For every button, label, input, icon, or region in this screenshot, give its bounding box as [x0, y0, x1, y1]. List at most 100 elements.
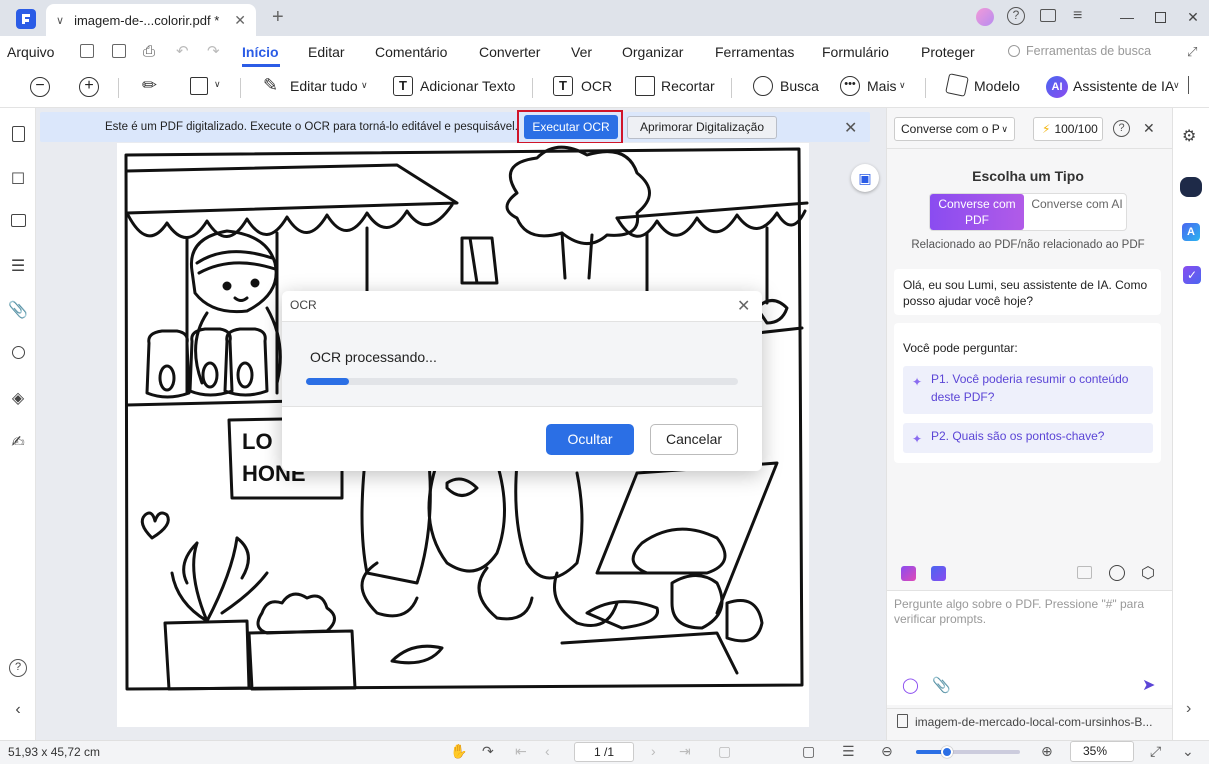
fit-page-icon[interactable]: ▢	[718, 743, 731, 760]
search-icon[interactable]	[753, 76, 773, 96]
select-tool-icon[interactable]: ↷	[482, 743, 494, 760]
cancel-button[interactable]: Cancelar	[650, 424, 738, 455]
search-button[interactable]: Busca	[780, 78, 819, 94]
minimize-button[interactable]: —	[1110, 0, 1144, 34]
attachment-icon[interactable]: 📎	[8, 301, 28, 321]
panel-close-icon[interactable]: ✕	[1143, 120, 1155, 137]
new-chat-icon[interactable]	[1077, 566, 1092, 579]
maximize-button[interactable]	[1143, 0, 1177, 34]
menu-formulario[interactable]: Formulário	[822, 44, 889, 60]
tab-close-icon[interactable]: ✕	[234, 12, 246, 29]
layers-icon[interactable]: ◈	[8, 389, 28, 409]
template-icon[interactable]	[945, 73, 969, 97]
history-icon[interactable]	[1109, 565, 1125, 581]
dialog-close-icon[interactable]: ✕	[737, 296, 750, 316]
zoom-out-icon[interactable]: −	[30, 77, 50, 97]
ai-assistant-button[interactable]: Assistente de IA	[1073, 78, 1174, 94]
layout-mode-icon[interactable]: ☰	[842, 743, 855, 760]
menu-converter[interactable]: Converter	[479, 44, 540, 60]
help-icon[interactable]: ?	[1007, 7, 1025, 25]
credits-badge[interactable]: ⚡ 100/100	[1033, 117, 1103, 141]
document-tab[interactable]: ∨ imagem-de-...colorir.pdf * ✕	[46, 4, 256, 36]
fullscreen-icon[interactable]: ⤢	[1150, 743, 1161, 760]
shape-dropdown-icon[interactable]: ∨	[214, 79, 221, 90]
zoom-in-status-icon[interactable]: ⊕	[1041, 743, 1053, 760]
sidebar-toggle-icon[interactable]	[1188, 76, 1202, 94]
add-text-icon[interactable]: T	[393, 76, 413, 96]
add-text-button[interactable]: Adicionar Texto	[420, 78, 515, 94]
print-preview-icon[interactable]	[112, 44, 126, 58]
translate-icon[interactable]	[931, 566, 946, 581]
hide-button[interactable]: Ocultar	[546, 424, 634, 455]
signature-icon[interactable]: ✍	[8, 433, 28, 453]
more-dropdown-icon[interactable]: ∨	[899, 80, 906, 91]
comment-icon[interactable]	[8, 213, 28, 233]
chat-pdf-tab[interactable]: Converse com PDF	[930, 194, 1024, 230]
menu-ferramentas[interactable]: Ferramentas	[715, 44, 794, 60]
last-page-icon[interactable]: ⇥	[679, 743, 691, 760]
prompt-library-icon[interactable]	[901, 566, 916, 581]
crop-button[interactable]: Recortar	[661, 78, 715, 94]
chat-ai-tab[interactable]: Converse com AI	[1028, 194, 1126, 230]
attached-file-name[interactable]: imagem-de-mercado-local-com-ursinhos-B..…	[915, 715, 1160, 729]
expand-ribbon-icon[interactable]: ⤢	[1187, 44, 1197, 60]
collapse-right-icon[interactable]: ›	[1186, 700, 1191, 718]
pages-icon[interactable]	[8, 126, 28, 146]
redo-icon[interactable]: ↷	[207, 42, 220, 60]
ocr-overlay-icon[interactable]: ▣	[851, 164, 879, 192]
search-panel-icon[interactable]	[8, 345, 28, 365]
zoom-out-status-icon[interactable]: ⊖	[881, 743, 893, 760]
zoom-select[interactable]: 35% ∨	[1070, 741, 1134, 762]
menu-comentario[interactable]: Comentário	[375, 44, 447, 60]
menu-editar[interactable]: Editar	[308, 44, 345, 60]
enhance-scan-button[interactable]: Aprimorar Digitalização	[627, 116, 777, 139]
ai-bot-icon[interactable]	[1180, 177, 1202, 197]
banner-close-icon[interactable]: ✕	[844, 118, 857, 138]
app-logo-icon[interactable]	[16, 9, 36, 29]
ocr-button[interactable]: OCR	[581, 78, 612, 94]
crop-icon[interactable]	[635, 76, 655, 96]
suggested-question-2[interactable]: ✦ P2. Quais são os pontos-chave?	[903, 423, 1153, 453]
tab-dropdown-icon[interactable]: ∨	[56, 14, 64, 27]
ai-assistant-icon[interactable]: AI	[1046, 76, 1068, 98]
send-icon[interactable]: ➤	[1142, 675, 1155, 695]
hand-tool-icon[interactable]: ✋	[450, 743, 467, 760]
template-button[interactable]: Modelo	[974, 78, 1020, 94]
settings-hex-icon[interactable]: ⬡	[1141, 563, 1155, 583]
undo-icon[interactable]: ↶	[176, 42, 189, 60]
attach-icon[interactable]: 📎	[932, 676, 951, 694]
panel-help-icon[interactable]: ?	[1113, 120, 1130, 137]
collapse-left-icon[interactable]: ‹	[8, 700, 28, 720]
message-icon[interactable]	[1040, 9, 1056, 22]
view-mode-icon[interactable]: ▢	[802, 743, 815, 760]
edit-all-button[interactable]: Editar tudo	[290, 78, 358, 94]
zoom-in-icon[interactable]: +	[79, 77, 99, 97]
menu-lines-icon[interactable]: ≡	[1073, 7, 1082, 25]
chat-mode-select[interactable]: Converse com o P ∨	[894, 117, 1015, 141]
lightbulb-icon[interactable]: ◯	[902, 676, 919, 694]
close-button[interactable]: ✕	[1176, 0, 1209, 34]
collapse-status-icon[interactable]: ⌄	[1182, 743, 1194, 760]
check-tool-icon[interactable]: ✓	[1183, 266, 1201, 284]
print-icon[interactable]: ⎙	[143, 43, 155, 60]
first-page-icon[interactable]: ⇤	[515, 743, 527, 760]
layers-list-icon[interactable]: ☰	[8, 257, 28, 277]
avatar[interactable]	[976, 8, 994, 26]
translate-tool-icon[interactable]: A	[1182, 223, 1200, 241]
properties-icon[interactable]: ⚙	[1182, 126, 1196, 146]
ocr-icon[interactable]: T	[553, 76, 573, 96]
menu-file[interactable]: Arquivo	[7, 44, 54, 60]
bookmark-icon[interactable]: ☐	[8, 170, 28, 190]
ai-dropdown-icon[interactable]: ∨	[1173, 80, 1180, 91]
tool-search-input[interactable]: Ferramentas de busca	[1026, 44, 1151, 58]
help-circle-icon[interactable]: ?	[8, 656, 28, 677]
more-icon[interactable]: •••	[840, 76, 860, 96]
more-button[interactable]: Mais	[867, 78, 897, 94]
prev-page-icon[interactable]: ‹	[545, 743, 550, 759]
highlight-icon[interactable]: ✏	[142, 75, 157, 96]
new-tab-button[interactable]: +	[272, 6, 284, 29]
save-icon[interactable]	[80, 44, 94, 58]
next-page-icon[interactable]: ›	[651, 743, 656, 759]
suggested-question-1[interactable]: ✦ P1. Você poderia resumir o conteúdo de…	[903, 366, 1153, 414]
edit-all-dropdown-icon[interactable]: ∨	[361, 80, 368, 91]
